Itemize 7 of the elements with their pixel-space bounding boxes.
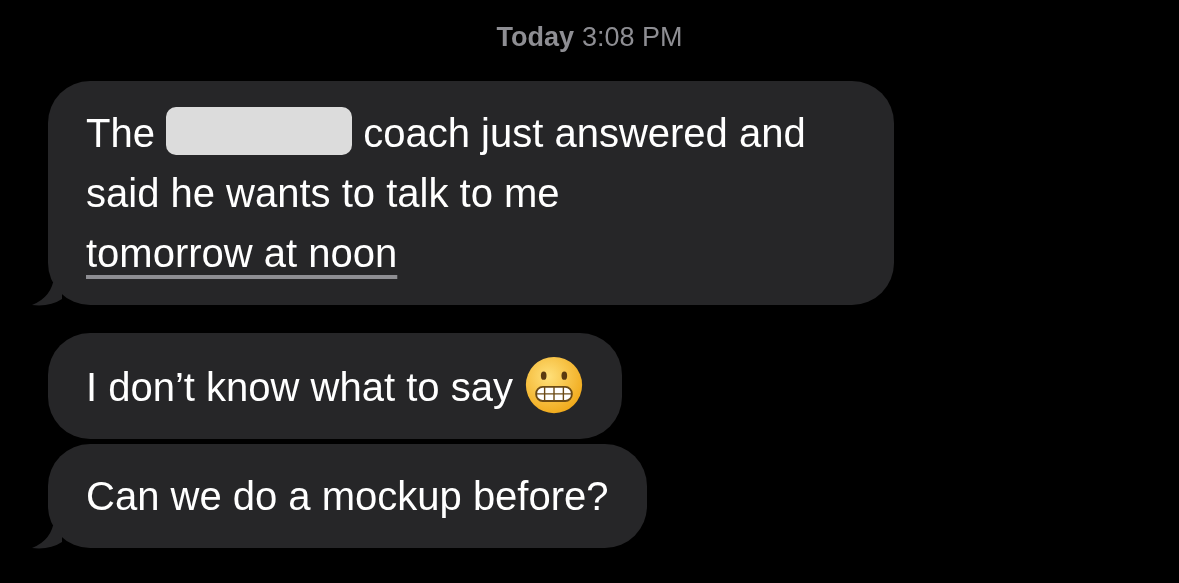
timestamp-day: Today	[496, 22, 574, 53]
timestamp-time: 3:08 PM	[581, 22, 683, 53]
message-text: I don’t know what to say	[86, 355, 585, 417]
emoji-icon	[524, 355, 585, 415]
date-link[interactable]: tomorrow at noon	[86, 231, 398, 275]
message-text: The coach just answered and said he wants to talk to me tomorrow at noon	[86, 103, 856, 283]
message-text: Can we do a mockup before?	[86, 473, 609, 520]
